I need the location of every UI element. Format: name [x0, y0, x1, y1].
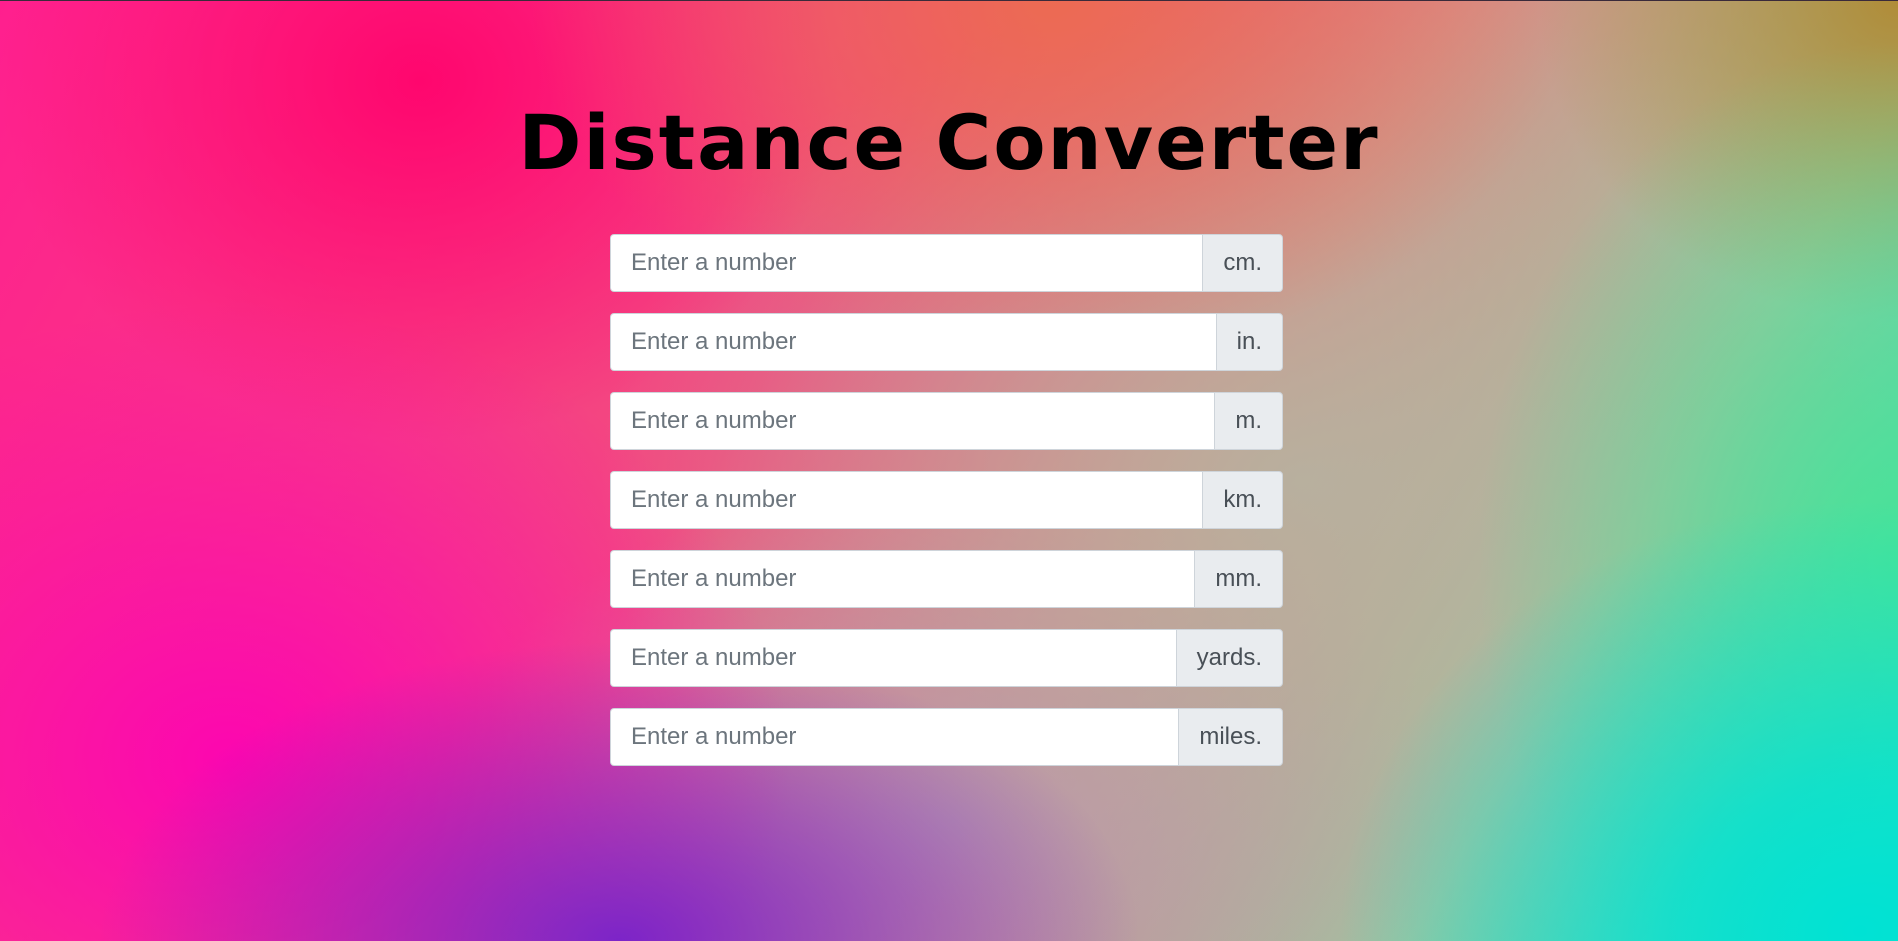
- converter-row-m: m.: [610, 392, 1283, 450]
- converter-row-cm: cm.: [610, 234, 1283, 292]
- converter-row-in: in.: [610, 313, 1283, 371]
- km-input[interactable]: [610, 471, 1203, 529]
- cm-unit-label: cm.: [1202, 234, 1283, 292]
- converter-row-yards: yards.: [610, 629, 1283, 687]
- in-unit-label: in.: [1215, 313, 1283, 371]
- miles-input[interactable]: [610, 708, 1179, 766]
- km-unit-label: km.: [1202, 471, 1283, 529]
- in-input[interactable]: [610, 313, 1216, 371]
- mm-input[interactable]: [610, 550, 1195, 608]
- converter-row-mm: mm.: [610, 550, 1283, 608]
- miles-unit-label: miles.: [1178, 708, 1283, 766]
- page-content: Distance Converter cm. in. m. km. mm. ya…: [0, 1, 1898, 941]
- yards-unit-label: yards.: [1175, 629, 1283, 687]
- page-title: Distance Converter: [518, 98, 1380, 187]
- mm-unit-label: mm.: [1194, 550, 1283, 608]
- converter-row-km: km.: [610, 471, 1283, 529]
- cm-input[interactable]: [610, 234, 1203, 292]
- m-input[interactable]: [610, 392, 1215, 450]
- yards-input[interactable]: [610, 629, 1176, 687]
- m-unit-label: m.: [1214, 392, 1283, 450]
- converter-row-miles: miles.: [610, 708, 1283, 766]
- distance-converter-form: cm. in. m. km. mm. yards. miles.: [610, 234, 1283, 787]
